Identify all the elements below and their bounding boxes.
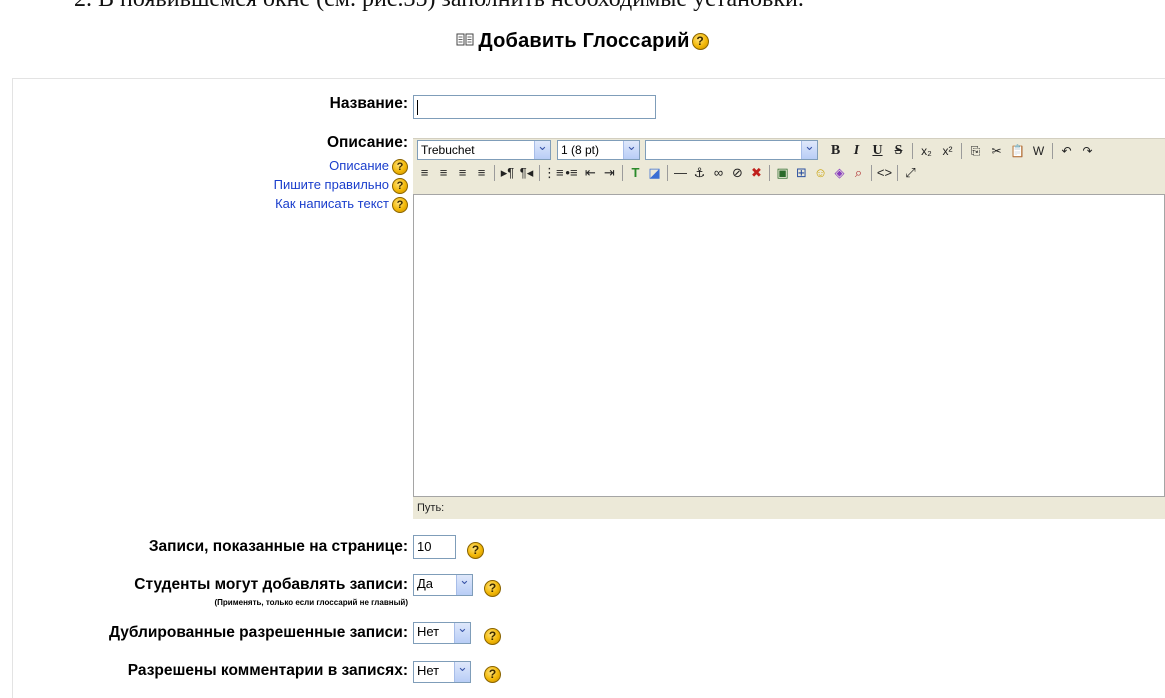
comments-label: Разрешены комментарии в записях: (127, 662, 408, 679)
bg-color-button[interactable]: ◪ (645, 164, 664, 182)
smiley-button[interactable]: ☺ (811, 164, 830, 182)
help-icon[interactable]: ? (392, 196, 408, 213)
underline-button[interactable]: U (867, 142, 888, 160)
description-help-links: Описание? Пишите правильно? Как написать… (274, 156, 408, 213)
text-caret (417, 100, 418, 115)
undo-button[interactable]: ↶ (1056, 142, 1077, 160)
chevron-down-icon (801, 141, 817, 159)
help-icon[interactable]: ? (691, 33, 709, 51)
name-input[interactable] (413, 95, 656, 119)
justify-button[interactable]: ≡ (472, 164, 491, 182)
unordered-list-button[interactable]: •≡ (562, 164, 581, 182)
link-button[interactable]: ∞ (709, 164, 728, 182)
toolbar-separator (494, 165, 495, 181)
font-size-select[interactable]: 1 (8 pt) (557, 140, 640, 160)
ordered-list-button[interactable]: ⋮≡ (543, 164, 564, 182)
help-icon[interactable]: ? (467, 542, 484, 559)
students-add-label: Студенты могут добавлять записи: (134, 576, 408, 593)
entries-per-page-label: Записи, показанные на странице: (148, 538, 408, 555)
description-editor-area[interactable] (413, 194, 1165, 497)
cut-button[interactable]: ✂ (986, 142, 1007, 160)
toolbar-separator (961, 143, 962, 159)
chevron-down-icon (623, 141, 639, 159)
copy-button[interactable]: ⎘ (965, 142, 986, 160)
toolbar-separator (622, 165, 623, 181)
toolbar-separator (897, 165, 898, 181)
help-icon[interactable]: ? (484, 580, 501, 597)
image-button[interactable]: ▣ (773, 164, 792, 182)
help-icon[interactable]: ? (392, 158, 408, 175)
paste-word-button[interactable]: W (1028, 142, 1049, 160)
help-link-write-correctly[interactable]: Пишите правильно? (274, 175, 408, 194)
ltr-button[interactable]: ▸¶ (498, 164, 517, 182)
superscript-button[interactable]: x² (937, 142, 958, 160)
strikethrough-button[interactable]: S (888, 142, 909, 160)
toolbar-separator (912, 143, 913, 159)
subscript-button[interactable]: x₂ (916, 142, 937, 160)
html-source-button[interactable]: <> (875, 164, 894, 182)
horizontal-rule-button[interactable]: — (671, 164, 690, 182)
toolbar-separator (539, 165, 540, 181)
align-right-button[interactable]: ≡ (453, 164, 472, 182)
duplicates-label: Дублированные разрешенные записи: (108, 624, 408, 641)
text-color-button[interactable]: T (626, 164, 645, 182)
font-family-value: Trebuchet (421, 143, 475, 157)
table-button[interactable]: ⊞ (792, 164, 811, 182)
paragraph-format-select[interactable] (645, 140, 818, 160)
outdent-button[interactable]: ⇤ (581, 164, 600, 182)
font-family-select[interactable]: Trebuchet (417, 140, 551, 160)
help-icon[interactable]: ? (484, 628, 501, 645)
students-add-select[interactable]: Да (413, 574, 473, 596)
search-replace-button[interactable]: ⌕ (849, 164, 868, 182)
align-left-button[interactable]: ≡ (415, 164, 434, 182)
chevron-down-icon (454, 623, 470, 643)
comments-value: Нет (417, 663, 440, 678)
editor-path-bar: Путь: (413, 497, 1165, 519)
help-link-how-to-write[interactable]: Как написать текст? (274, 194, 408, 213)
rtl-button[interactable]: ¶◂ (517, 164, 536, 182)
toolbar-separator (1052, 143, 1053, 159)
italic-button[interactable]: I (846, 142, 867, 160)
comments-select[interactable]: Нет (413, 661, 471, 683)
chevron-down-icon (456, 575, 472, 595)
anchor-button[interactable]: ⚓ (690, 164, 709, 182)
chevron-down-icon (534, 141, 550, 159)
bold-button[interactable]: B (825, 142, 846, 160)
page-title: Добавить Глоссарий? (0, 30, 1165, 53)
students-add-value: Да (417, 576, 434, 591)
name-label: Название: (329, 95, 408, 112)
entries-per-page-input[interactable]: 10 (413, 535, 456, 559)
font-size-value: 1 (8 pt) (561, 143, 600, 157)
page-title-text: Добавить Глоссарий (478, 30, 690, 52)
toolbar-separator (769, 165, 770, 181)
redo-button[interactable]: ↷ (1077, 142, 1098, 160)
fullscreen-button[interactable]: ⤢ (901, 164, 920, 182)
document-text-line: 2. В появившемся окне (см. рис.35) запол… (74, 0, 1165, 13)
special-char-button[interactable]: ◈ (830, 164, 849, 182)
duplicates-value: Нет (417, 624, 440, 639)
nolink-button[interactable]: ✖ (747, 164, 766, 182)
paste-button[interactable]: 📋 (1007, 142, 1028, 160)
indent-button[interactable]: ⇥ (600, 164, 619, 182)
glossary-book-icon (456, 33, 474, 46)
duplicates-select[interactable]: Нет (413, 622, 471, 644)
description-label: Описание: (326, 134, 408, 151)
chevron-down-icon (454, 662, 470, 682)
align-center-button[interactable]: ≡ (434, 164, 453, 182)
students-add-note: (Применять, только если глоссарий не гла… (214, 598, 408, 607)
toolbar-separator (667, 165, 668, 181)
toolbar-separator (871, 165, 872, 181)
help-icon[interactable]: ? (392, 177, 408, 194)
help-link-description[interactable]: Описание? (274, 156, 408, 175)
help-icon[interactable]: ? (484, 666, 501, 683)
unlink-button[interactable]: ⊘ (728, 164, 747, 182)
